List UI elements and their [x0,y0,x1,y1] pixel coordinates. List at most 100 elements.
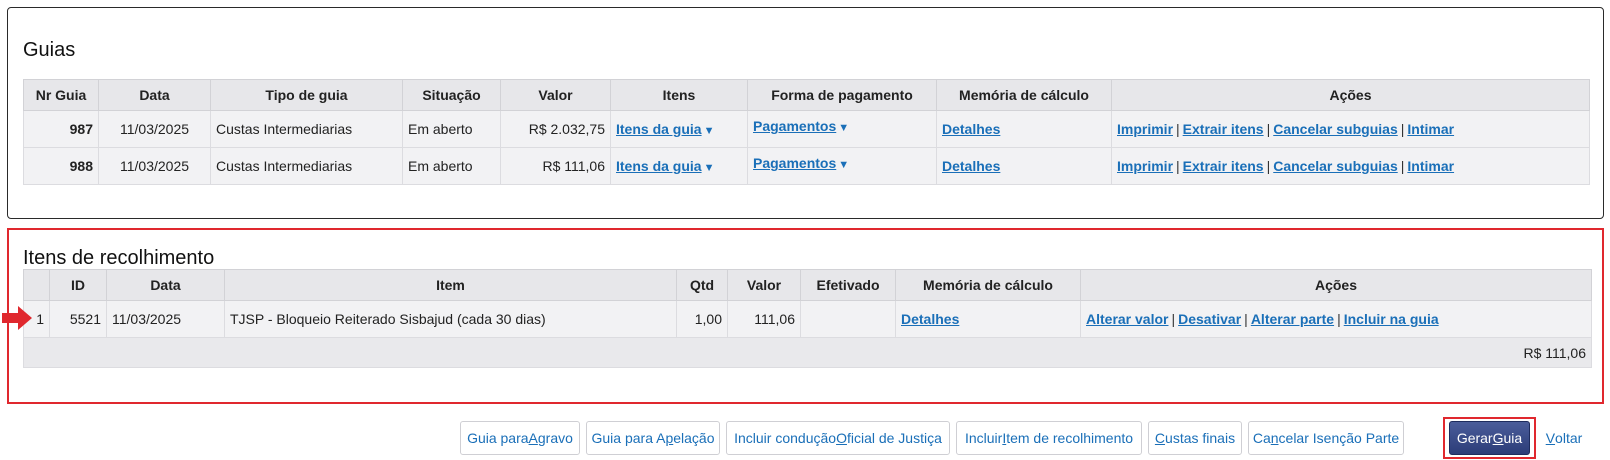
caret-down-icon: ▼ [838,122,850,134]
pagamentos-label: Pagamentos [753,155,837,171]
guia-acoes-cell: Imprimir | Extrair itens | Cancelar subguias… [1111,110,1590,148]
item-efetivado [800,300,896,338]
detalhes-link[interactable]: Detalhes [901,311,959,327]
guia-tipo: Custas Intermediarias [210,110,403,148]
caret-down-icon: ▼ [838,159,850,171]
intimar-link[interactable]: Intimar [1407,158,1454,174]
caret-down-icon: ▼ [703,162,715,174]
separator: | [1337,311,1341,327]
guia-pagamento-cell: Pagamentos ▼ [747,147,937,185]
pagamentos-link[interactable]: Pagamentos ▼ [753,118,849,134]
item-valor: 111,06 [727,300,801,338]
separator: | [1176,158,1180,174]
extrair-itens-link[interactable]: Extrair itens [1183,121,1264,137]
guias-header-row: Nr Guia Data Tipo de guia Situação Valor… [23,79,1590,111]
guia-situacao: Em aberto [402,110,501,148]
gerar-guia-highlight [1443,417,1536,459]
col-item: Item [224,269,677,301]
table-row: 1 5521 11/03/2025 TJSP - Bloqueio Reiter… [23,300,1592,338]
incluir-item-recolhimento-button[interactable]: Incluir Item de recolhimento [956,421,1142,455]
col-nr-guia: Nr Guia [23,79,99,111]
col-valor: Valor [500,79,611,111]
col-valor: Valor [727,269,801,301]
col-itens: Itens [610,79,748,111]
itens-recolhimento-panel: Itens de recolhimento ID Data Item Qtd V… [7,228,1604,404]
separator: | [1266,121,1271,137]
col-data: Data [106,269,225,301]
itens-da-guia-link[interactable]: Itens da guia ▼ [616,121,714,137]
red-right-arrow-icon [2,306,32,330]
col-situacao: Situação [402,79,501,111]
cancelar-isencao-parte-button[interactable]: Ca n celar Isenção Parte [1248,421,1404,455]
guia-memoria-cell: Detalhes [936,110,1112,148]
guia-para-apelacao-button[interactable]: Guia para Ap elação [586,421,720,455]
guia-nr: 988 [23,147,99,185]
intimar-link[interactable]: Intimar [1407,121,1454,137]
detalhes-link[interactable]: Detalhes [942,121,1000,137]
itens-header-row: ID Data Item Qtd Valor Efetivado Memória… [23,269,1592,301]
itens-total: R$ 111,06 [23,337,1592,368]
guia-para-agravo-button[interactable]: Guia para Agravo [460,421,580,455]
imprimir-link[interactable]: Imprimir [1117,121,1173,137]
action-button-bar: Guia para Agravo Guia para Ap elação Incl… [0,417,1610,459]
guia-valor: R$ 111,06 [500,147,611,185]
itens-recolhimento-title: Itens de recolhimento [23,247,215,269]
separator: | [1244,311,1248,327]
guia-data: 11/03/2025 [98,147,211,185]
detalhes-link[interactable]: Detalhes [942,158,1000,174]
item-memoria-cell: Detalhes [895,300,1081,338]
table-row: 988 11/03/2025 Custas Intermediarias Em … [23,147,1590,185]
guias-table: Nr Guia Data Tipo de guia Situação Valor… [23,79,1590,185]
guia-valor: R$ 2.032,75 [500,110,611,148]
separator: | [1400,121,1405,137]
item-acoes-cell: Alterar valor | Desativar | Alterar parte | In… [1080,300,1592,338]
guia-pagamento-cell: Pagamentos ▼ [747,110,937,148]
pagamentos-link[interactable]: Pagamentos ▼ [753,155,849,171]
total-row: R$ 111,06 [23,337,1592,368]
separator: | [1176,121,1180,137]
desativar-link[interactable]: Desativar [1178,311,1241,327]
col-select [23,269,50,301]
col-acoes: Ações [1111,79,1590,111]
separator: | [1171,311,1176,327]
itens-recolhimento-table: ID Data Item Qtd Valor Efetivado Memória… [23,269,1592,368]
col-memoria-calculo: Memória de cálculo [895,269,1081,301]
item-qtd: 1,00 [676,300,728,338]
incluir-na-guia-link[interactable]: Incluir na guia [1344,311,1439,327]
col-acoes: Ações [1080,269,1592,301]
guia-acoes-cell: Imprimir | Extrair itens | Cancelar subguias… [1111,147,1590,185]
cancelar-subguias-link[interactable]: Cancelar subguias [1273,158,1398,174]
item-id: 5521 [49,300,107,338]
col-data: Data [98,79,211,111]
guia-memoria-cell: Detalhes [936,147,1112,185]
cancelar-subguias-link[interactable]: Cancelar subguias [1273,121,1398,137]
item-descricao: TJSP - Bloqueio Reiterado Sisbajud (cada… [224,300,677,338]
col-efetivado: Efetivado [800,269,896,301]
item-data: 11/03/2025 [106,300,225,338]
alterar-parte-link[interactable]: Alterar parte [1251,311,1334,327]
table-row: 987 11/03/2025 Custas Intermediarias Em … [23,110,1590,148]
guia-itens-cell: Itens da guia ▼ [610,147,748,185]
guia-situacao: Em aberto [402,147,501,185]
alterar-valor-link[interactable]: Alterar valor [1086,311,1168,327]
itens-da-guia-link[interactable]: Itens da guia ▼ [616,158,714,174]
guia-data: 11/03/2025 [98,110,211,148]
extrair-itens-link[interactable]: Extrair itens [1183,158,1264,174]
guia-tipo: Custas Intermediarias [210,147,403,185]
custas-finais-button[interactable]: Custas finais [1148,421,1242,455]
caret-down-icon: ▼ [703,125,715,137]
incluir-conducao-oficial-justica-button[interactable]: Incluir condução Oficial de Justiça [726,421,950,455]
guia-nr: 987 [23,110,99,148]
itens-da-guia-label: Itens da guia [616,121,702,137]
col-qtd: Qtd [676,269,728,301]
separator: | [1400,158,1405,174]
voltar-button[interactable]: Voltar [1540,421,1588,455]
guias-panel: Guias Nr Guia Data Tipo de guia Situação… [7,7,1604,219]
col-forma-pagamento: Forma de pagamento [747,79,937,111]
separator: | [1266,158,1271,174]
col-id: ID [49,269,107,301]
col-tipo-guia: Tipo de guia [210,79,403,111]
guias-title: Guias [23,39,76,61]
imprimir-link[interactable]: Imprimir [1117,158,1173,174]
itens-da-guia-label: Itens da guia [616,158,702,174]
